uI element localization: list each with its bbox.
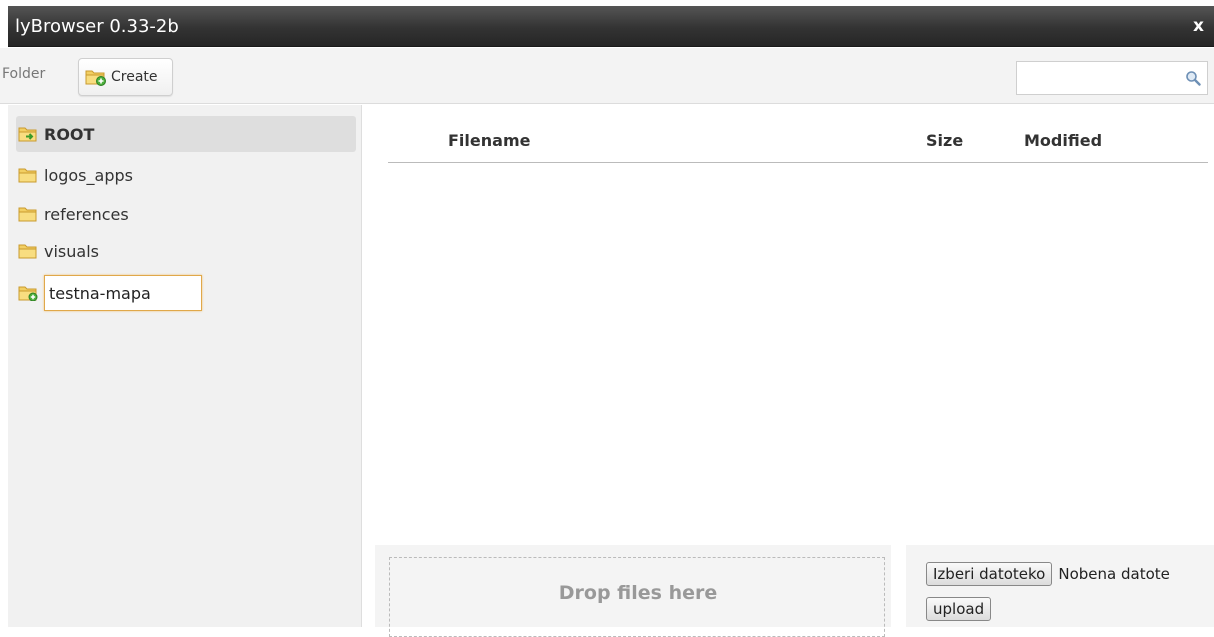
drop-zone-text: Drop files here — [558, 582, 718, 604]
create-folder-button[interactable]: Create — [78, 58, 173, 96]
choose-file-button[interactable]: Izberi datoteko — [926, 562, 1053, 586]
folder-label: Folder — [2, 66, 46, 82]
column-modified[interactable]: Modified — [1024, 131, 1102, 150]
tree-item-root[interactable]: ROOT — [16, 116, 356, 152]
tree-item-label: ROOT — [44, 124, 95, 144]
drop-zone-border: Drop files here — [389, 557, 885, 637]
tree-item-references[interactable]: references — [16, 196, 356, 232]
no-file-chosen-text: Nobena datote — [1058, 565, 1170, 583]
folder-tree: ROOT logos_apps references visuals — [8, 105, 362, 627]
title-bar: lyBrowser 0.33-2b x — [8, 6, 1214, 47]
search-input[interactable] — [1017, 62, 1177, 94]
tree-item-new-folder — [16, 275, 356, 311]
folder-icon — [18, 244, 37, 259]
upload-panel: Izberi datoteko Nobena datote upload — [906, 545, 1214, 627]
folder-open-icon — [18, 127, 37, 142]
create-button-label: Create — [111, 69, 158, 85]
lybrowser-window: lyBrowser 0.33-2b x Folder Create ROOT l… — [0, 0, 1214, 637]
tree-item-label: references — [44, 204, 129, 224]
folder-add-icon — [18, 286, 38, 301]
tree-item-visuals[interactable]: visuals — [16, 233, 356, 269]
file-list-header: Filename Size Modified — [388, 123, 1208, 163]
tree-item-label: visuals — [44, 241, 99, 261]
drop-zone[interactable]: Drop files here — [375, 545, 891, 637]
new-folder-name-input[interactable] — [44, 275, 202, 311]
search-box — [1016, 61, 1208, 95]
window-title: lyBrowser 0.33-2b — [15, 16, 179, 37]
column-size[interactable]: Size — [926, 131, 963, 150]
toolbar: Folder Create — [0, 48, 1214, 104]
close-button[interactable]: x — [1193, 16, 1204, 36]
folder-add-icon — [85, 70, 106, 86]
upload-button[interactable]: upload — [926, 597, 992, 621]
search-icon[interactable] — [1185, 70, 1201, 86]
tree-item-label: logos_apps — [44, 165, 133, 185]
column-filename[interactable]: Filename — [448, 131, 530, 150]
folder-icon — [18, 207, 37, 222]
file-input: Izberi datoteko Nobena datote — [926, 562, 1170, 586]
tree-item-logos-apps[interactable]: logos_apps — [16, 157, 356, 193]
folder-icon — [18, 168, 37, 183]
